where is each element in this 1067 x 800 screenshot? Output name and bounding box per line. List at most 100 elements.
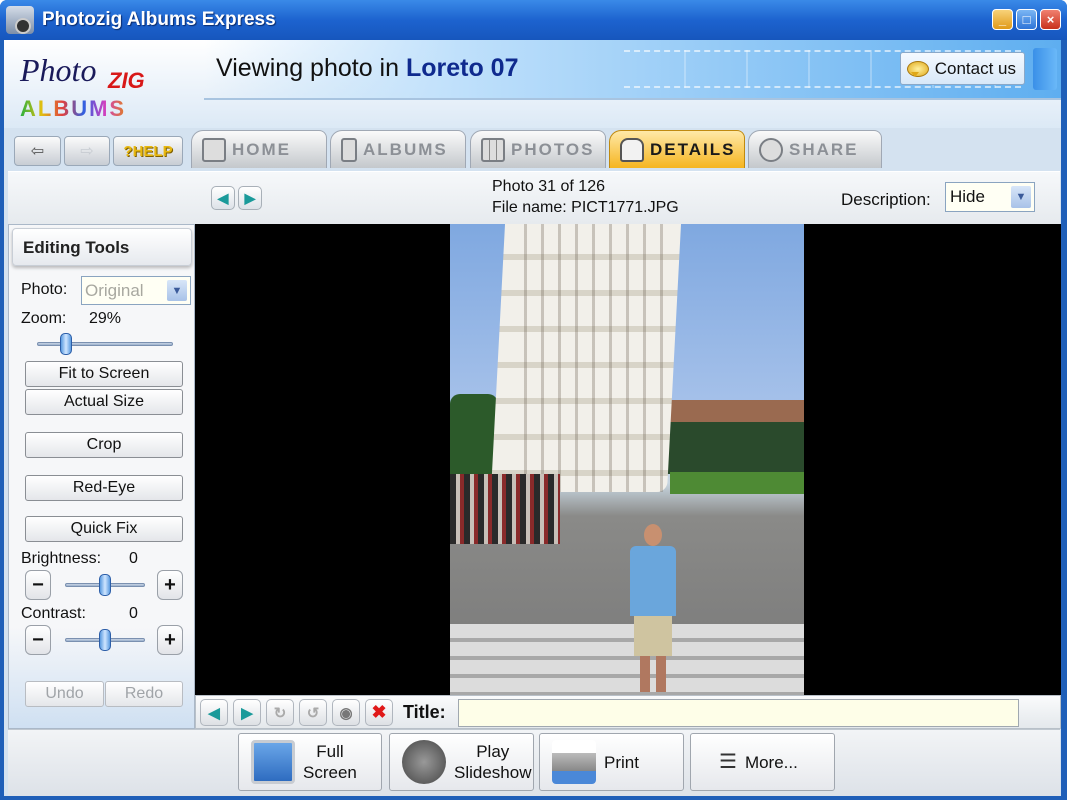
viewing-prefix: Viewing photo in <box>216 54 400 82</box>
minus-icon: − <box>32 628 44 651</box>
plus-icon: + <box>164 573 176 596</box>
contrast-slider[interactable] <box>65 629 145 651</box>
brightness-slider-thumb[interactable] <box>99 574 111 596</box>
print-button[interactable]: Print <box>539 733 684 791</box>
zoom-slider[interactable] <box>37 333 173 355</box>
tab-home[interactable]: HOME <box>191 130 327 168</box>
undo-button[interactable]: Undo <box>25 681 104 707</box>
print-label: Print <box>604 752 639 772</box>
person-icon <box>620 137 644 162</box>
photo-version-value: Original <box>85 280 144 300</box>
photo-crowd <box>450 474 560 544</box>
brightness-slider[interactable] <box>65 574 145 596</box>
help-question-icon: ? <box>123 142 133 160</box>
chevron-down-icon: ▼ <box>167 280 187 301</box>
full-screen-button[interactable]: Full Screen <box>238 733 382 791</box>
toolbar-next-button[interactable]: ▶ <box>233 699 261 726</box>
play-slideshow-button[interactable]: Play Slideshow <box>389 733 534 791</box>
brightness-increase-button[interactable]: + <box>157 570 183 600</box>
rotate-left-icon: ↺ <box>306 704 320 722</box>
tab-share-label: SHARE <box>789 139 859 159</box>
printer-icon <box>552 740 596 784</box>
tab-home-label: HOME <box>232 139 291 159</box>
right-arrow-icon: ▶ <box>244 189 256 206</box>
window-title: Photozig Albums Express <box>42 9 276 30</box>
minimize-button[interactable]: _ <box>992 9 1013 30</box>
contrast-slider-thumb[interactable] <box>99 629 111 651</box>
client-area: Photo ZIG ALBUMS Viewing photo in Loreto… <box>4 40 1061 796</box>
film-reel-icon <box>402 740 446 784</box>
contrast-decrease-button[interactable]: − <box>25 625 51 655</box>
red-eye-button[interactable]: Red-Eye <box>25 475 183 501</box>
back-button[interactable]: ⇦ <box>14 136 61 166</box>
photo-trees <box>450 394 498 474</box>
photozig-logo: Photo ZIG ALBUMS <box>16 50 196 128</box>
left-arrow-icon: ◀ <box>208 704 220 722</box>
photo-position: Photo 31 of 126 <box>492 178 605 195</box>
editing-tools-heading: Editing Tools <box>12 228 192 266</box>
title-label: Title: <box>403 702 446 722</box>
film-canister-decoration <box>1033 48 1057 90</box>
list-icon: ☰ <box>719 750 737 773</box>
description-value: Hide <box>950 187 985 206</box>
full-screen-label: Full Screen <box>303 741 357 783</box>
tab-details[interactable]: DETAILS <box>609 130 745 168</box>
photo-leaning-tower-of-pisa[interactable] <box>450 224 804 695</box>
actual-size-button[interactable]: Actual Size <box>25 389 183 415</box>
tab-photos-label: PHOTOS <box>511 139 595 159</box>
crop-button[interactable]: Crop <box>25 432 183 458</box>
quick-fix-button[interactable]: Quick Fix <box>25 516 183 542</box>
tab-photos[interactable]: PHOTOS <box>470 130 606 168</box>
tab-albums[interactable]: ALBUMS <box>330 130 466 168</box>
photo-building <box>656 400 804 424</box>
next-photo-button[interactable]: ▶ <box>238 186 262 210</box>
photo-title-input[interactable] <box>458 699 1019 727</box>
fit-to-screen-button[interactable]: Fit to Screen <box>25 361 183 387</box>
footer-actions: Full Screen Play Slideshow Print ☰ More... <box>8 729 1060 796</box>
close-button[interactable]: × <box>1040 9 1061 30</box>
photo-version-select[interactable]: Original ▼ <box>81 276 191 305</box>
house-icon <box>202 137 226 162</box>
photo-info-bar: ◀ ▶ Photo 31 of 126 File name: PICT1771.… <box>8 171 1060 224</box>
delete-photo-button[interactable]: ✖ <box>365 699 393 726</box>
forward-button[interactable]: ⇨ <box>64 136 110 166</box>
help-label: HELP <box>132 142 173 160</box>
zoom-value: 29% <box>89 310 122 327</box>
page-title: Viewing photo in Loreto 07 <box>216 54 519 83</box>
eye-icon: ◉ <box>339 704 353 722</box>
rotate-right-button[interactable]: ↻ <box>266 699 294 726</box>
rotate-right-icon: ↻ <box>273 704 287 722</box>
brightness-value: 0 <box>129 550 138 567</box>
forward-arrow-icon: ⇨ <box>80 143 94 160</box>
contact-us-label: Contact us <box>934 58 1016 78</box>
left-arrow-icon: ◀ <box>217 189 229 206</box>
photo-info: Photo 31 of 126 File name: PICT1771.JPG <box>492 176 679 218</box>
more-button[interactable]: ☰ More... <box>690 733 835 791</box>
help-button[interactable]: ? HELP <box>113 136 183 166</box>
rotate-left-button[interactable]: ↺ <box>299 699 327 726</box>
tab-albums-label: ALBUMS <box>363 139 448 159</box>
more-label: More... <box>744 752 798 772</box>
tab-share[interactable]: SHARE <box>748 130 882 168</box>
photo-grid-icon <box>481 137 505 162</box>
toolbar-previous-button[interactable]: ◀ <box>200 699 228 726</box>
description-select[interactable]: Hide ▼ <box>945 182 1035 212</box>
view-button[interactable]: ◉ <box>332 699 360 726</box>
photo-tower-columns <box>510 224 670 492</box>
plus-icon: + <box>164 628 176 651</box>
redo-button[interactable]: Redo <box>105 681 183 707</box>
header: Photo ZIG ALBUMS Viewing photo in Loreto… <box>4 40 1061 128</box>
contact-us-button[interactable]: Contact us <box>899 52 1025 85</box>
right-arrow-icon: ▶ <box>241 704 253 722</box>
description-label: Description: <box>841 190 931 209</box>
globe-icon <box>759 137 783 162</box>
photo-person <box>626 524 680 694</box>
back-arrow-icon: ⇦ <box>30 143 45 160</box>
brightness-decrease-button[interactable]: − <box>25 570 51 600</box>
photo-grass <box>670 472 804 494</box>
zoom-slider-thumb[interactable] <box>60 333 72 355</box>
full-screen-line1: Full <box>316 742 344 761</box>
previous-photo-button[interactable]: ◀ <box>211 186 235 210</box>
maximize-button[interactable]: □ <box>1016 9 1037 30</box>
contrast-increase-button[interactable]: + <box>157 625 183 655</box>
